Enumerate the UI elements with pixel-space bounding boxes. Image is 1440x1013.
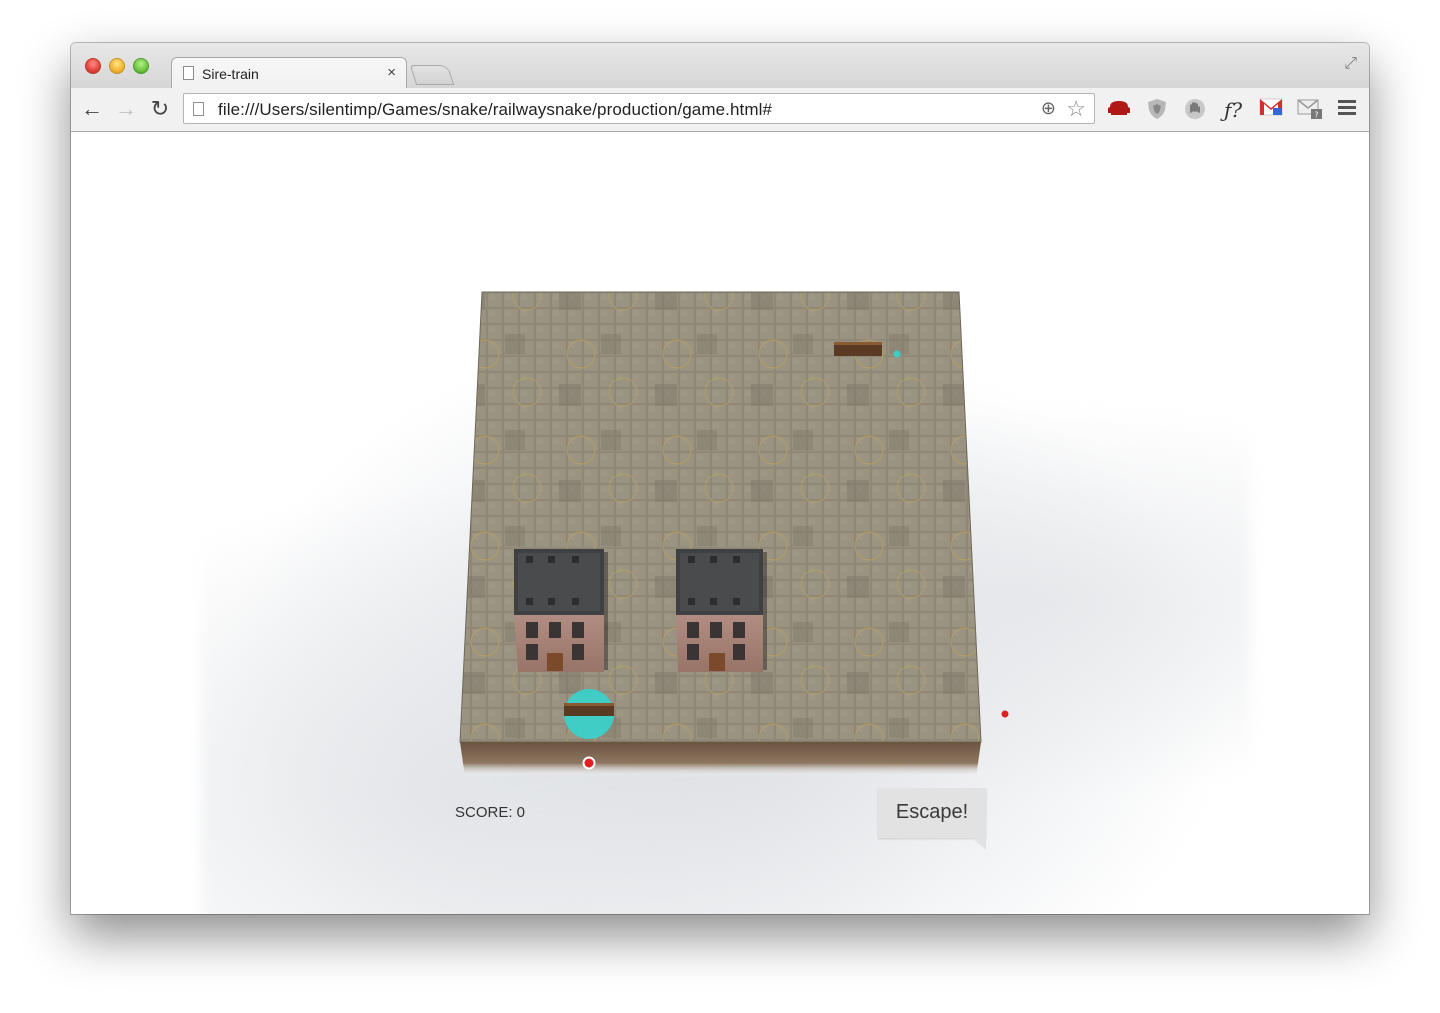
mail-checker-icon[interactable]: ? bbox=[1297, 98, 1322, 122]
escape-bubble[interactable]: Escape! bbox=[878, 788, 986, 850]
tab-close-icon[interactable]: × bbox=[387, 64, 396, 81]
tab-title: Sire-train bbox=[202, 66, 259, 82]
building-2 bbox=[676, 549, 767, 672]
forward-button[interactable]: → bbox=[113, 96, 139, 122]
hand-icon[interactable] bbox=[1183, 98, 1207, 122]
shield-icon[interactable] bbox=[1145, 98, 1169, 122]
building-1 bbox=[514, 549, 608, 672]
browser-toolbar: ← → ↻ file:///Users/silentimp/Games/snak… bbox=[71, 88, 1369, 132]
reload-button[interactable]: ↻ bbox=[147, 96, 173, 122]
fonts-icon[interactable]: ƒ? bbox=[1221, 98, 1245, 122]
gmail-icon[interactable] bbox=[1259, 98, 1283, 122]
page-icon bbox=[183, 66, 194, 80]
zoom-icon[interactable]: ⊕ bbox=[1041, 98, 1056, 119]
food-dot bbox=[582, 756, 596, 770]
page-icon bbox=[193, 102, 204, 116]
game-board[interactable] bbox=[71, 132, 1369, 914]
close-window-button[interactable] bbox=[85, 58, 101, 74]
address-bar[interactable]: file:///Users/silentimp/Games/snake/rail… bbox=[183, 93, 1095, 124]
browser-window: Sire-train × ⤢ ← → ↻ file:///Users/silen… bbox=[71, 43, 1369, 914]
bookmark-star-icon[interactable]: ☆ bbox=[1066, 96, 1086, 122]
board-edge bbox=[460, 742, 981, 777]
zoom-window-button[interactable] bbox=[133, 58, 149, 74]
bubble-tail bbox=[972, 838, 986, 850]
svg-text:?: ? bbox=[1314, 111, 1318, 120]
board-surface bbox=[459, 291, 982, 743]
page-content: SCORE: 0 Escape! bbox=[71, 132, 1369, 914]
new-tab-button[interactable] bbox=[409, 65, 455, 85]
sofa-icon[interactable] bbox=[1107, 98, 1131, 122]
back-button[interactable]: ← bbox=[79, 96, 105, 122]
tab-sire-train[interactable]: Sire-train × bbox=[171, 57, 407, 89]
menu-icon[interactable] bbox=[1335, 98, 1359, 122]
score-label: SCORE: 0 bbox=[455, 804, 526, 821]
train-head bbox=[564, 689, 614, 739]
food-dot bbox=[1001, 710, 1009, 718]
minimize-window-button[interactable] bbox=[109, 58, 125, 74]
url-text[interactable]: file:///Users/silentimp/Games/snake/rail… bbox=[218, 100, 772, 120]
escape-text: Escape! bbox=[895, 801, 969, 823]
title-bar: Sire-train × ⤢ bbox=[71, 43, 1369, 89]
fullscreen-icon[interactable]: ⤢ bbox=[1344, 55, 1357, 73]
